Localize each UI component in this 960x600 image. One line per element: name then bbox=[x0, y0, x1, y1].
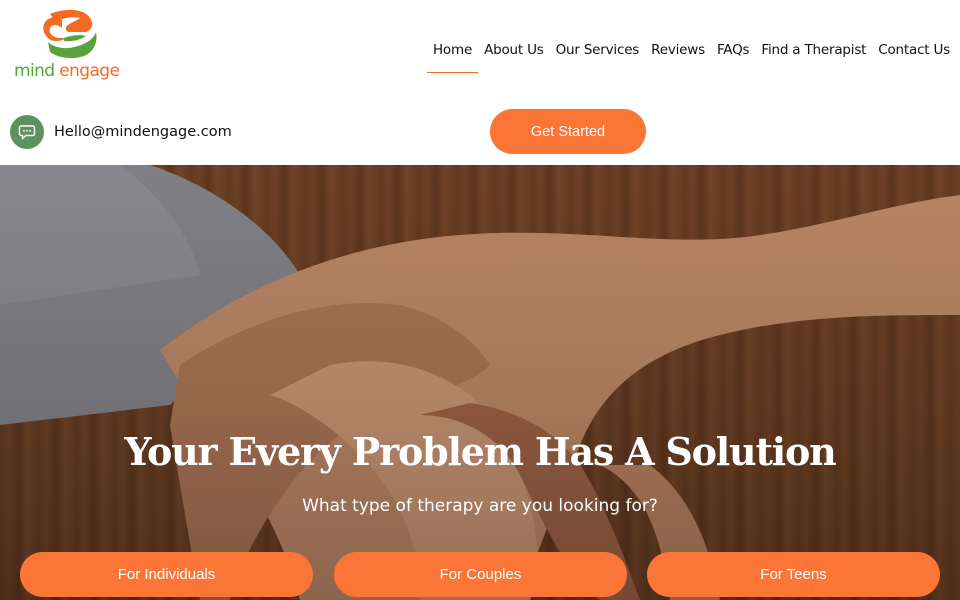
contact-email-link[interactable]: Hello@mindengage.com bbox=[54, 124, 232, 140]
hero-section: Your Every Problem Has A Solution What t… bbox=[0, 165, 960, 600]
nav-contact-us[interactable]: Contact Us bbox=[878, 38, 950, 62]
logo-wordmark: mind engage bbox=[14, 61, 120, 81]
hero-title: Your Every Problem Has A Solution bbox=[124, 429, 836, 474]
nav-faqs[interactable]: FAQs bbox=[717, 38, 750, 62]
nav-reviews[interactable]: Reviews bbox=[651, 38, 705, 62]
main-nav: Home About Us Our Services Reviews FAQs … bbox=[421, 38, 950, 73]
nav-home[interactable]: Home bbox=[426, 38, 479, 73]
site-header: mind engage Home About Us Our Services R… bbox=[0, 0, 960, 165]
for-couples-button[interactable]: For Couples bbox=[334, 552, 627, 597]
head-leaf-logo-icon bbox=[43, 9, 97, 59]
get-started-button[interactable]: Get Started bbox=[490, 109, 646, 154]
contact-email-block: Hello@mindengage.com bbox=[10, 115, 232, 149]
for-individuals-button[interactable]: For Individuals bbox=[20, 552, 313, 597]
chat-bubble-icon bbox=[10, 115, 44, 149]
nav-find-a-therapist[interactable]: Find a Therapist bbox=[761, 38, 866, 62]
nav-our-services[interactable]: Our Services bbox=[556, 38, 640, 62]
nav-about-us[interactable]: About Us bbox=[484, 38, 544, 62]
hero-subtitle: What type of therapy are you looking for… bbox=[302, 496, 658, 516]
hero-overlay bbox=[0, 165, 960, 600]
for-teens-button[interactable]: For Teens bbox=[647, 552, 940, 597]
site-logo[interactable]: mind engage bbox=[8, 8, 132, 88]
